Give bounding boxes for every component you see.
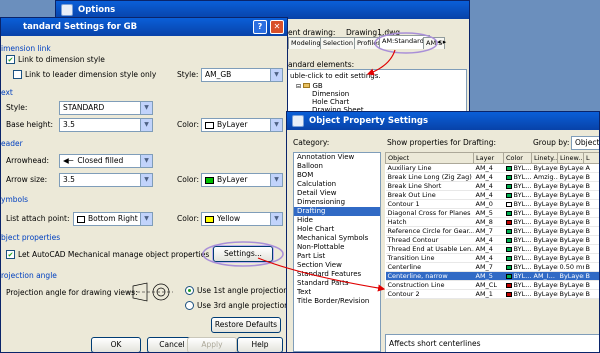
arrow-to-centerline [257,257,386,292]
annotation-arrows [257,49,396,292]
arrow-to-tree [366,49,396,76]
